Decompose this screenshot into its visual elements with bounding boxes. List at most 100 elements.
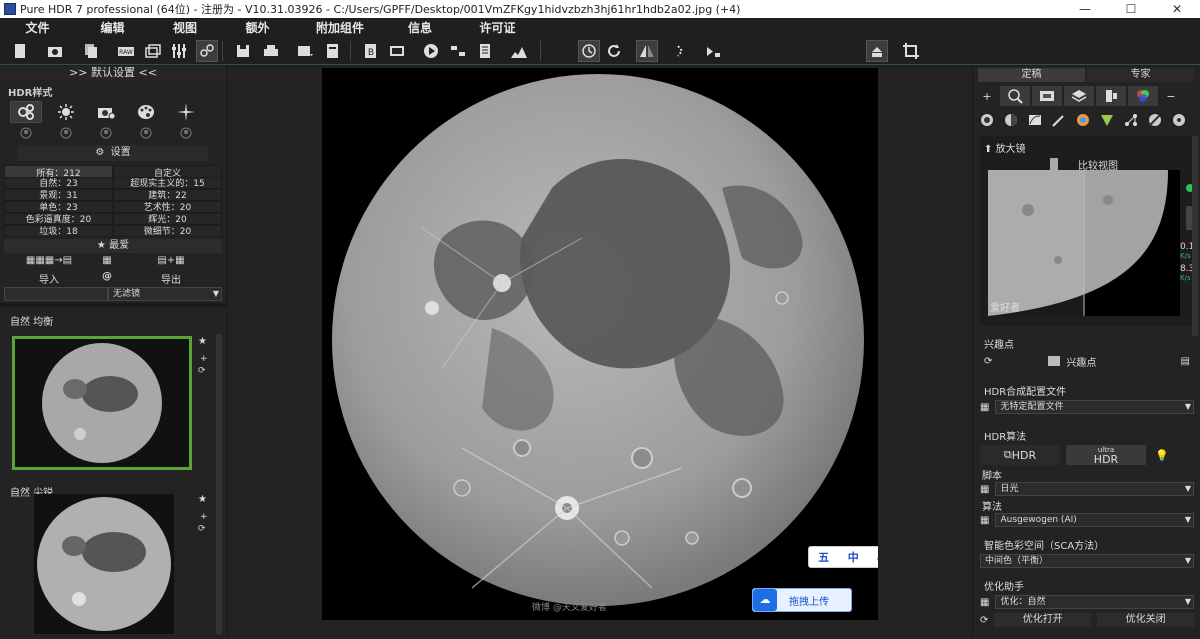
remove-icon[interactable]: − (1160, 86, 1182, 106)
import-button[interactable]: 导入 (4, 271, 94, 286)
filter-natural[interactable]: 自然：23 (4, 177, 113, 189)
script-select[interactable]: 日光 (995, 482, 1194, 496)
user-icon[interactable] (50, 125, 82, 141)
save-icon[interactable] (232, 40, 254, 62)
images-icon[interactable] (142, 40, 164, 62)
menu-extras[interactable]: 额外 (220, 19, 295, 36)
style-gears-icon[interactable] (10, 101, 42, 123)
preset-scrollbar[interactable] (216, 334, 222, 634)
bulb-icon[interactable]: 💡 (1152, 445, 1172, 465)
auto-rotate-icon[interactable] (578, 40, 600, 62)
filter-landscape[interactable]: 景观：31 (4, 189, 113, 201)
info-panel-icon[interactable] (474, 40, 496, 62)
no-mask-icon[interactable] (1144, 110, 1166, 130)
magnifier-icon[interactable] (1000, 86, 1030, 106)
style-sparkle-icon[interactable] (170, 101, 202, 123)
minimize-button[interactable]: — (1062, 2, 1108, 16)
document-icon[interactable] (322, 40, 344, 62)
import-grid-icon[interactable]: ▦▦▦→▤ (4, 255, 94, 271)
image-canvas[interactable]: 五 中 ◡ ° ◎ ☁ 拖拽上传 微博 @天文爱好者 (322, 68, 878, 620)
optimize-open-button[interactable]: 优化打开 (994, 613, 1092, 627)
adjust-sliders-icon[interactable] (168, 40, 190, 62)
add-icon[interactable]: + (200, 512, 208, 522)
refresh-icon[interactable]: ⟳ (980, 615, 988, 626)
filter-monochrome[interactable]: 单色：23 (4, 201, 113, 213)
favorite-star-icon[interactable]: ★ (198, 336, 207, 347)
favorites-button[interactable]: ★ 最爱 (4, 239, 222, 253)
menu-view[interactable]: 视图 (150, 19, 220, 36)
add-icon[interactable]: + (200, 354, 208, 364)
multi-file-icon[interactable] (80, 40, 102, 62)
nodes-icon[interactable] (1120, 110, 1142, 130)
preset-search-input[interactable] (4, 287, 108, 301)
ultra-hdr-button[interactable]: ultra HDR (1066, 445, 1146, 465)
menu-addons[interactable]: 附加组件 (295, 19, 385, 36)
new-file-icon[interactable] (9, 40, 31, 62)
play-icon[interactable] (420, 40, 442, 62)
tone-icon[interactable] (976, 110, 998, 130)
add-icon[interactable]: + (976, 86, 998, 106)
email-button[interactable]: @ (94, 271, 120, 285)
filter-color-fidelity[interactable]: 色彩逼真度：20 (4, 213, 113, 225)
filter-artistic[interactable]: 艺术性：20 (113, 201, 222, 213)
filter-micro-detail[interactable]: 微细节：20 (113, 225, 222, 237)
method-select[interactable]: Ausgewogen (AI) (995, 513, 1194, 527)
curves-icon[interactable] (1024, 110, 1046, 130)
style-palette-icon[interactable] (130, 101, 162, 123)
settings-button[interactable]: ⚙ 设置 (18, 145, 208, 161)
close-button[interactable]: ✕ (1154, 2, 1200, 16)
menu-license[interactable]: 许可证 (455, 19, 540, 36)
refresh-icon[interactable]: ⟳ (984, 356, 992, 367)
optimize-close-button[interactable]: 优化关闭 (1097, 613, 1195, 627)
aperture-icon[interactable] (1168, 110, 1190, 130)
input-method-widget[interactable]: 五 中 ◡ ° ◎ (808, 546, 878, 568)
user-icon[interactable] (130, 125, 162, 141)
tab-expert[interactable]: 专家 (1087, 68, 1194, 82)
menu-info[interactable]: 信息 (385, 19, 455, 36)
preview-icon[interactable] (1032, 86, 1062, 106)
tab-finalize[interactable]: 定稿 (978, 68, 1085, 82)
grid-icon[interactable]: ▦ (94, 255, 120, 271)
widget-item[interactable]: 五 (818, 549, 829, 565)
hdr-button[interactable]: ⧉ HDR (980, 445, 1060, 465)
profile-select[interactable]: 无特定配置文件 (995, 400, 1194, 414)
export-button[interactable]: 导出 (120, 271, 222, 286)
crop-icon[interactable] (900, 40, 922, 62)
color-wheel-icon[interactable] (1072, 110, 1094, 130)
preset-header[interactable]: >> 默认设置 << (0, 66, 226, 80)
layers-icon[interactable] (1064, 86, 1094, 106)
flip-icon[interactable] (636, 40, 658, 62)
contrast-icon[interactable] (1000, 110, 1022, 130)
refresh-icon[interactable]: ⟳ (198, 524, 206, 534)
poi-icon[interactable] (1048, 356, 1061, 366)
histogram-icon[interactable] (508, 40, 530, 62)
wand-icon[interactable] (1048, 110, 1070, 130)
widget-item[interactable]: ◡ (877, 551, 878, 564)
raw-icon[interactable]: RAW (115, 40, 137, 62)
split-view-icon[interactable] (670, 40, 692, 62)
filter-surreal[interactable]: 超现实主义的：15 (113, 177, 222, 189)
zoom-out-icon[interactable] (702, 40, 724, 62)
filter-select[interactable]: 无滤镜 (108, 287, 222, 301)
device-icon[interactable] (1096, 86, 1126, 106)
poi-list-icon[interactable]: ▤ (1181, 356, 1190, 367)
preset-thumbnail-selected[interactable] (12, 336, 192, 470)
refresh-icon[interactable]: ⟳ (198, 366, 206, 376)
compare-toggle[interactable] (1050, 158, 1058, 170)
export-dropdown-icon[interactable] (294, 40, 316, 62)
slideshow-icon[interactable] (386, 40, 408, 62)
collapse-arrow-icon[interactable]: ⬆ (984, 144, 996, 155)
rotate-icon[interactable] (603, 40, 625, 62)
widget-item[interactable]: 中 (848, 549, 859, 565)
print-icon[interactable] (260, 40, 282, 62)
sca-select[interactable]: 中间色（平衡） (980, 554, 1194, 568)
user-icon[interactable] (90, 125, 122, 141)
filter-architecture[interactable]: 建筑：22 (113, 189, 222, 201)
export-grid-icon[interactable]: ▤+▦ (120, 255, 222, 271)
menu-edit[interactable]: 编辑 (75, 19, 150, 36)
user-icon[interactable] (170, 125, 202, 141)
camera-icon[interactable] (44, 40, 66, 62)
compare-icon[interactable] (447, 40, 469, 62)
user-icon[interactable] (10, 125, 42, 141)
filter-glow[interactable]: 辉光：20 (113, 213, 222, 225)
